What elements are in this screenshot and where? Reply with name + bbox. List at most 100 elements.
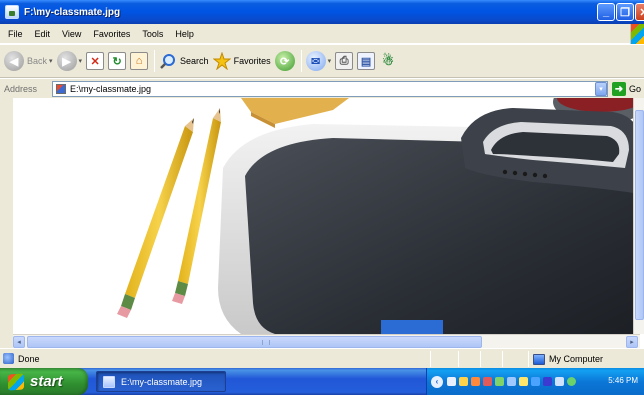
my-computer-icon [533, 353, 545, 365]
status-divider [502, 351, 503, 367]
scroll-right-button[interactable]: ▸ [626, 336, 638, 348]
image-file-icon [56, 84, 66, 94]
back-label: Back [27, 56, 48, 66]
forward-dropdown-icon[interactable]: ▾ [79, 57, 83, 65]
window-title: F:\my-classmate.jpg [24, 6, 121, 18]
status-bar: Done My Computer [0, 348, 644, 368]
horizontal-scrollbar[interactable]: ◂ ▸ [13, 334, 640, 348]
back-arrow-icon: ◀ [4, 51, 24, 71]
ie-window-icon [103, 375, 115, 388]
mail-icon: ✉ [305, 51, 326, 71]
usb-icon[interactable] [555, 377, 564, 386]
window-left-border [0, 98, 13, 348]
ie-window: F:\my-classmate.jpg _ ❐ ✕ File Edit View… [0, 0, 644, 395]
address-input[interactable]: E:\my-classmate.jpg [52, 81, 608, 97]
refresh-icon: ↻ [108, 52, 127, 70]
display-icon[interactable] [543, 377, 552, 386]
menu-view[interactable]: View [56, 29, 87, 39]
status-divider [480, 351, 481, 367]
status-divider [430, 351, 431, 367]
stop-button[interactable]: ✕ [86, 48, 105, 74]
taskbar-window-label: E:\my-classmate.jpg [121, 376, 203, 387]
mail-button[interactable]: ✉ ▾ [305, 48, 332, 74]
start-label: start [30, 373, 63, 390]
print-button[interactable]: ⎙ [335, 48, 354, 74]
address-label: Address [4, 83, 38, 94]
title-bar[interactable]: F:\my-classmate.jpg _ ❐ ✕ [0, 0, 644, 24]
stop-icon: ✕ [86, 52, 105, 70]
menu-file[interactable]: File [0, 29, 29, 39]
status-icon[interactable] [567, 377, 576, 386]
windows-flag-icon [8, 372, 24, 391]
toolbar: ◀ Back ▾ ▶ ▾ ✕ ↻ ⌂ Search Favorites ⟳ ✉ … [0, 44, 644, 78]
toolbar-separator [154, 50, 156, 72]
scroll-left-button[interactable]: ◂ [13, 336, 25, 348]
taskbar-window-button[interactable]: E:\my-classmate.jpg [96, 371, 226, 392]
security-zone: My Computer [533, 351, 603, 367]
toolbar-separator [300, 50, 302, 72]
star-icon [212, 52, 231, 70]
media-icon: ⟳ [274, 51, 295, 71]
messenger-tray-icon[interactable] [495, 377, 504, 386]
forward-arrow-icon: ▶ [56, 51, 77, 71]
start-button[interactable]: start [0, 368, 88, 395]
vertical-scroll-thumb[interactable] [635, 110, 644, 320]
address-bar: Address E:\my-classmate.jpg ▾ ➜ Go [0, 78, 644, 98]
status-text: Done [18, 353, 40, 364]
address-dropdown-icon[interactable]: ▾ [595, 82, 607, 96]
favorites-button[interactable]: Favorites [212, 48, 271, 74]
taskbar: start E:\my-classmate.jpg ‹ 5:46 PM [0, 368, 644, 395]
edit-page-icon: ▤ [357, 52, 376, 70]
bluetooth-icon[interactable] [531, 377, 540, 386]
mail-dropdown-icon[interactable]: ▾ [328, 57, 332, 65]
status-divider [458, 351, 459, 367]
volume-icon[interactable] [507, 377, 516, 386]
printer-icon: ⎙ [335, 52, 354, 70]
home-button[interactable]: ⌂ [130, 48, 149, 74]
back-dropdown-icon[interactable]: ▾ [49, 57, 53, 65]
image-viewport[interactable] [13, 98, 640, 334]
zone-label: My Computer [549, 354, 604, 364]
favorites-label: Favorites [233, 56, 271, 66]
back-button[interactable]: ◀ Back ▾ [4, 48, 53, 74]
vertical-scrollbar[interactable] [633, 98, 644, 334]
search-button[interactable]: Search [159, 48, 209, 74]
address-value: E:\my-classmate.jpg [70, 84, 152, 94]
edit-button[interactable]: ▤ [357, 48, 376, 74]
security-alert-icon[interactable] [483, 377, 492, 386]
go-arrow-icon: ➜ [612, 82, 626, 96]
search-icon [160, 54, 176, 69]
page-done-icon [3, 353, 14, 364]
system-tray: ‹ 5:46 PM [426, 368, 644, 395]
close-button[interactable]: ✕ [635, 3, 644, 21]
messenger-icon: ☃ [382, 53, 394, 68]
clock[interactable]: 5:46 PM [608, 376, 638, 385]
windows-logo-icon [630, 24, 644, 44]
pencil-right [172, 108, 221, 304]
network-icon[interactable] [447, 377, 456, 386]
messenger-button[interactable]: ☃ [379, 48, 397, 74]
horizontal-scroll-thumb[interactable] [27, 336, 482, 348]
status-divider [528, 351, 529, 367]
menu-edit[interactable]: Edit [29, 29, 57, 39]
forward-button[interactable]: ▶ ▾ [56, 48, 83, 74]
go-button[interactable]: ➜ Go [612, 81, 641, 97]
menu-favorites[interactable]: Favorites [87, 29, 136, 39]
menu-tools[interactable]: Tools [136, 29, 169, 39]
restore-button[interactable]: ❐ [616, 3, 634, 21]
image-file-icon [5, 5, 19, 19]
go-label: Go [629, 84, 642, 94]
minimize-button[interactable]: _ [597, 3, 615, 21]
home-icon: ⌂ [130, 52, 149, 70]
tray-icons [447, 377, 579, 386]
show-hidden-icons-button[interactable]: ‹ [431, 375, 443, 388]
antivirus-icon[interactable] [471, 377, 480, 386]
media-button[interactable]: ⟳ [274, 48, 295, 74]
search-label: Search [180, 56, 209, 66]
update-icon[interactable] [519, 377, 528, 386]
shield-icon[interactable] [459, 377, 468, 386]
book-shape [241, 98, 349, 124]
menu-help[interactable]: Help [169, 29, 200, 39]
refresh-button[interactable]: ↻ [108, 48, 127, 74]
menu-bar: File Edit View Favorites Tools Help [0, 24, 644, 44]
